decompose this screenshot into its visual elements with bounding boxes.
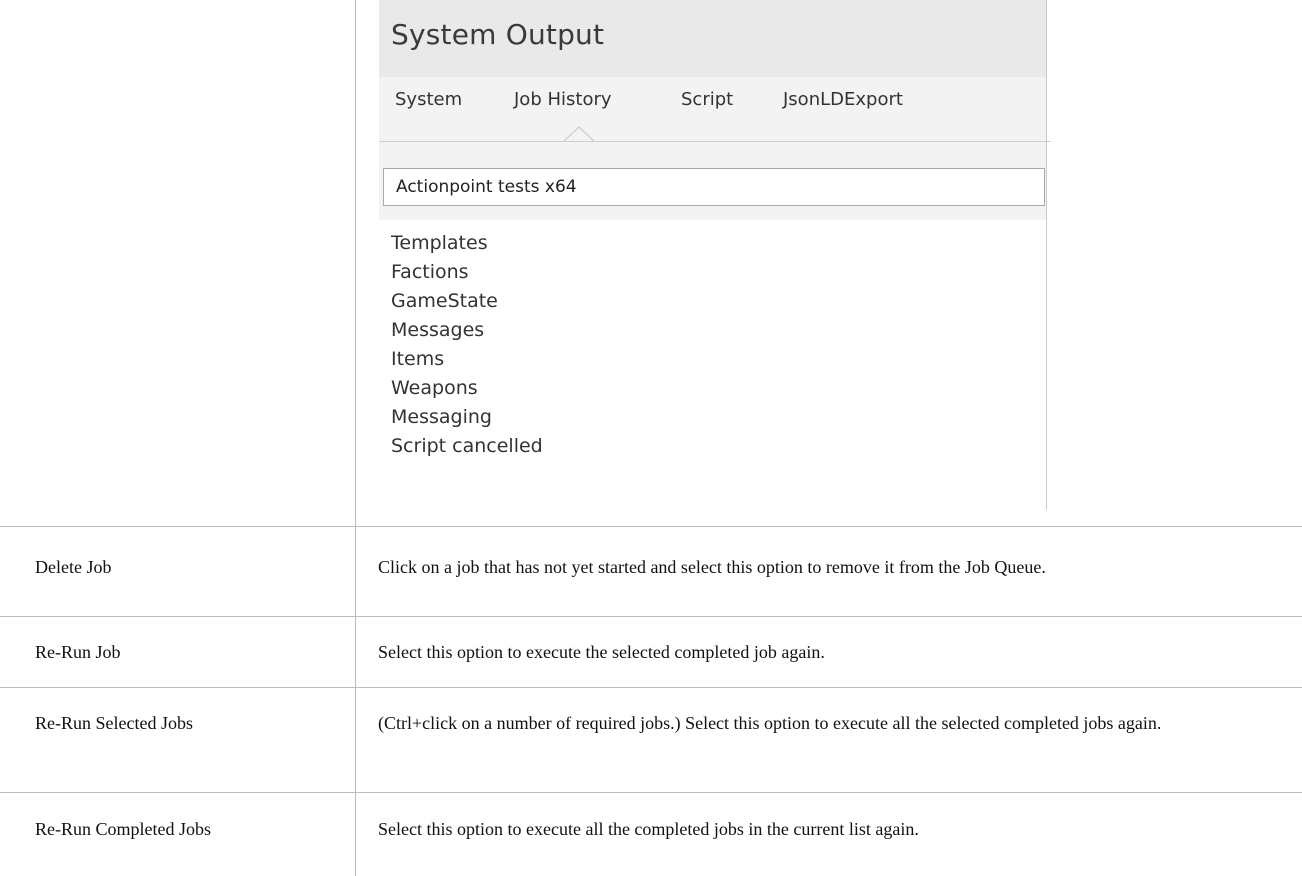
output-line: Messages [391,319,485,341]
option-name: Delete Job [35,557,112,577]
option-name: Re-Run Job [35,642,121,662]
system-output-window: System Output System Job History Script … [379,0,1051,510]
row-divider [0,526,1302,527]
panel-scroll-edge [1046,0,1047,510]
row-divider [0,687,1302,688]
tab-job-history[interactable]: Job History [514,89,612,110]
job-selector[interactable]: Actionpoint tests x64 [383,168,1045,206]
option-description: Select this option to execute the select… [378,642,825,662]
panel-title: System Output [391,18,605,51]
option-description: Select this option to execute all the co… [378,819,919,839]
tab-jsonldexport[interactable]: JsonLDExport [783,89,903,110]
output-line: Templates [391,232,488,254]
option-description: Click on a job that has not yet started … [378,557,1046,577]
row-divider [0,616,1302,617]
output-line: Script cancelled [391,435,543,457]
tab-divider [379,141,1051,142]
tab-script[interactable]: Script [681,89,733,110]
output-line: GameState [391,290,498,312]
option-name: Re-Run Selected Jobs [35,713,193,733]
tab-system[interactable]: System [395,89,462,110]
output-list: Templates Factions GameState Messages It… [391,229,543,461]
option-name: Re-Run Completed Jobs [35,819,211,839]
job-selector-value: Actionpoint tests x64 [396,177,577,197]
panel-header: System Output [379,0,1046,77]
output-line: Items [391,348,445,370]
output-line: Messaging [391,406,492,428]
active-tab-indicator-icon [564,126,594,142]
row-divider [0,792,1302,793]
output-line: Weapons [391,377,478,399]
output-line: Factions [391,261,469,283]
column-divider [355,0,356,876]
option-description: (Ctrl+click on a number of required jobs… [378,713,1162,733]
